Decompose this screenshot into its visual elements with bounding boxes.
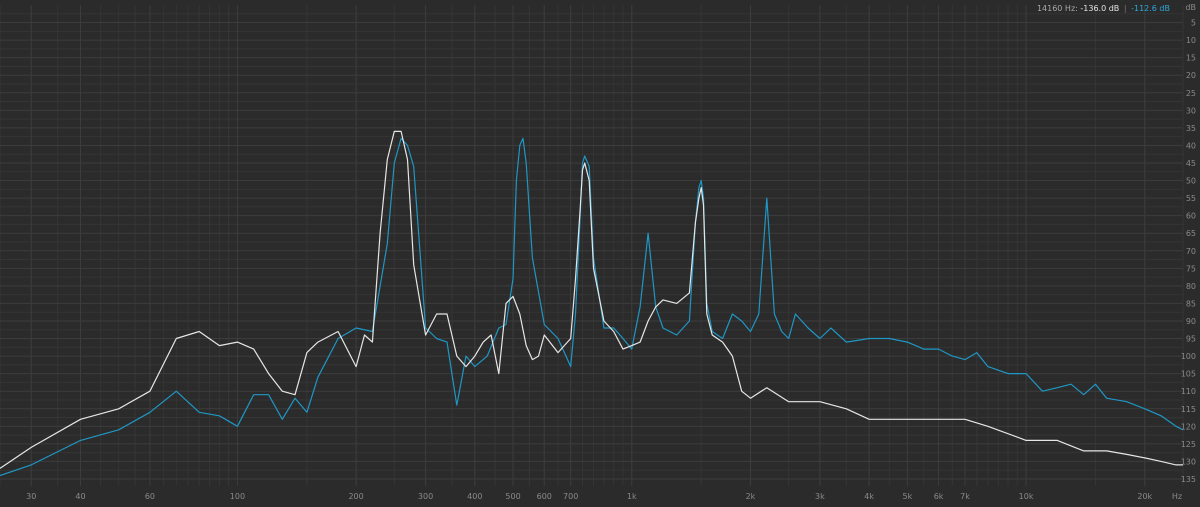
readout-separator: | <box>1123 4 1127 13</box>
y-tick-label: 75 <box>1186 264 1196 273</box>
x-tick-label: 40 <box>75 492 85 501</box>
white-level-value: -136.0 dB <box>1080 4 1120 13</box>
y-tick-label: 55 <box>1186 194 1196 203</box>
y-tick-label: 125 <box>1181 440 1196 449</box>
blue-level-value: -112.6 dB <box>1131 4 1170 13</box>
y-tick-label: 35 <box>1186 124 1196 133</box>
x-tick-label: 6k <box>934 492 944 501</box>
x-tick-label: 20k <box>1137 492 1152 501</box>
x-tick-label: Hz <box>1172 492 1182 501</box>
y-tick-label: 15 <box>1186 54 1196 63</box>
y-tick-label: 120 <box>1181 422 1196 431</box>
y-tick-label: 65 <box>1186 229 1196 238</box>
x-tick-label: 2k <box>746 492 756 501</box>
x-tick-label: 500 <box>505 492 520 501</box>
y-tick-label: 90 <box>1186 317 1196 326</box>
y-tick-label: 80 <box>1186 282 1196 291</box>
y-tick-label: 20 <box>1186 71 1196 80</box>
x-tick-label: 60 <box>145 492 155 501</box>
x-tick-label: 7k <box>960 492 970 501</box>
y-tick-label: 70 <box>1186 247 1196 256</box>
x-tick-label: 3k <box>815 492 825 501</box>
plot-background <box>0 0 1200 507</box>
y-tick-label: 105 <box>1181 370 1196 379</box>
y-tick-label: 115 <box>1181 405 1196 414</box>
x-tick-label: 400 <box>467 492 482 501</box>
y-tick-label: 40 <box>1186 141 1196 150</box>
y-tick-label: 50 <box>1186 177 1196 186</box>
y-tick-label: dB <box>1185 3 1196 12</box>
y-tick-label: 85 <box>1186 299 1196 308</box>
x-tick-label: 100 <box>230 492 245 501</box>
x-tick-label: 200 <box>348 492 363 501</box>
x-tick-label: 4k <box>864 492 874 501</box>
spectrum-analyzer-chart[interactable]: dB 5 10 15 20 25 30 35 40 45 50 55 60 65 70 75 80 85 90 95 1… <box>0 0 1200 507</box>
y-tick-label: 100 <box>1181 352 1196 361</box>
y-tick-label: 135 <box>1181 475 1196 484</box>
x-tick-label: 700 <box>563 492 578 501</box>
y-tick-label: 110 <box>1181 387 1196 396</box>
y-tick-label: 10 <box>1186 36 1196 45</box>
x-tick-label: 10k <box>1019 492 1034 501</box>
cursor-frequency: 14160 Hz: <box>1036 4 1078 13</box>
x-tick-label: 30 <box>26 492 36 501</box>
x-tick-label: 300 <box>418 492 433 501</box>
x-tick-label: 600 <box>537 492 552 501</box>
y-tick-label: 45 <box>1186 159 1196 168</box>
y-tick-label: 95 <box>1186 335 1196 344</box>
y-tick-label: 5 <box>1191 19 1196 28</box>
y-tick-label: 30 <box>1186 106 1196 115</box>
x-tick-label: 1k <box>627 492 637 501</box>
y-tick-label: 60 <box>1186 212 1196 221</box>
y-tick-label: 130 <box>1181 457 1196 466</box>
cursor-readout: 14160 Hz: -136.0 dB | -112.6 dB <box>1037 4 1170 13</box>
x-tick-label: 5k <box>903 492 913 501</box>
y-tick-label: 25 <box>1186 89 1196 98</box>
